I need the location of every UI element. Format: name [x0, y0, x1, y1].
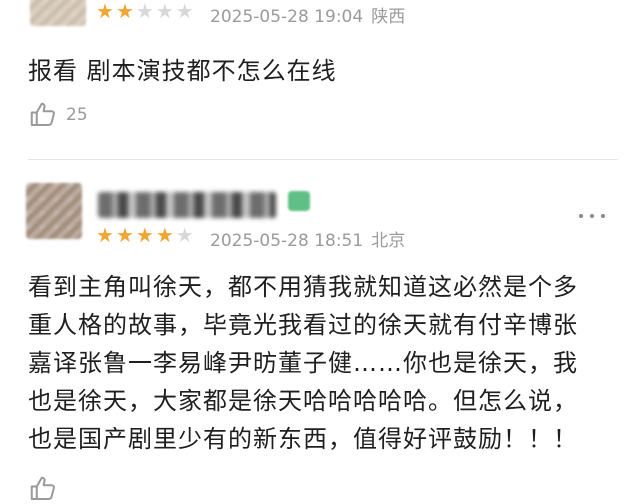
star-filled-icon: ★ — [96, 223, 114, 247]
review-text-line: 重人格的故事，毕竟光我看过的徐天就有付辛博张 — [28, 311, 578, 339]
review-date: 2025-05-28 18:51 — [210, 231, 364, 251]
avatar[interactable] — [26, 183, 82, 239]
star-empty-icon: ★ — [135, 0, 154, 23]
review-text-line: 嘉译张鲁一李易峰尹昉董子健……你也是徐天，我 — [28, 349, 578, 377]
thumbs-up-icon — [30, 476, 55, 500]
star-filled-icon: ★ — [96, 0, 114, 23]
avatar[interactable] — [30, 0, 86, 26]
review-meta: 2025-05-28 19:04 陕西 — [210, 2, 405, 27]
review-location: 陕西 — [371, 7, 406, 27]
review-text-line: 也是徐天，大家都是徐天哈哈哈哈哈。但怎么说， — [28, 387, 578, 415]
star-filled-icon: ★ — [155, 223, 174, 247]
review-text-line: 看到主角叫徐天，都不用猜我就知道这必然是个多 — [28, 273, 578, 301]
star-filled-icon: ★ — [115, 223, 134, 247]
star-empty-icon: ★ — [175, 223, 194, 247]
review-date: 2025-05-28 19:04 — [210, 7, 364, 27]
review-text: 报看 剧本演技都不怎么在线 — [28, 57, 337, 85]
star-empty-icon: ★ — [175, 0, 194, 23]
divider — [28, 159, 618, 160]
more-icon[interactable] — [578, 202, 606, 226]
thumbs-up-icon — [30, 102, 55, 126]
review-text-line: 也是国产剧里少有的新东西，值得好评鼓励！！！ — [28, 425, 578, 453]
like-count: 25 — [66, 105, 88, 125]
star-filled-icon: ★ — [135, 223, 154, 247]
like-button[interactable] — [28, 474, 58, 504]
review-meta: 2025-05-28 18:51 北京 — [210, 226, 405, 251]
like-button[interactable]: 25 — [28, 100, 88, 130]
rating-stars: ★ ★ ★ ★ ★ — [96, 1, 194, 21]
review-text: 看到主角叫徐天，都不用猜我就知道这必然是个多 重人格的故事，毕竟光我看过的徐天就… — [28, 268, 628, 458]
star-filled-icon: ★ — [115, 0, 134, 23]
member-badge-icon — [288, 191, 310, 211]
rating-stars: ★ ★ ★ ★ ★ — [96, 225, 194, 245]
star-empty-icon: ★ — [155, 0, 174, 23]
review-location: 北京 — [371, 231, 406, 251]
username-blurred[interactable] — [98, 192, 276, 218]
